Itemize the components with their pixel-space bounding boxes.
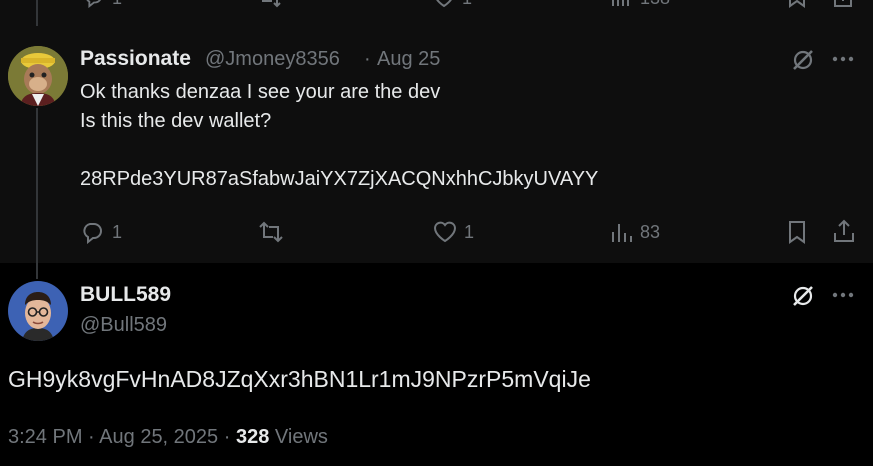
share-icon[interactable] (832, 219, 856, 243)
thread-line (36, 108, 38, 270)
grok-icon[interactable] (790, 47, 816, 73)
user-handle[interactable]: @Bull589 (80, 314, 167, 337)
separator: · (223, 426, 231, 448)
reply-icon[interactable] (80, 220, 104, 244)
reply-line-3 (80, 136, 598, 165)
top-view-count: 138 (640, 0, 670, 9)
avatar[interactable] (8, 46, 68, 106)
thread-line-top (36, 0, 38, 26)
bookmark-icon[interactable] (786, 220, 808, 244)
like-icon[interactable] (432, 220, 458, 244)
repost-icon[interactable] (258, 220, 284, 244)
avatar[interactable] (8, 281, 68, 341)
separator: · (364, 48, 371, 70)
views-icon[interactable] (610, 0, 632, 8)
separator: · (88, 426, 95, 448)
display-name[interactable]: Passionate (80, 47, 191, 71)
like-count: 1 (464, 222, 475, 242)
reply-text: Ok thanks denzaa I see your are the dev … (80, 78, 598, 194)
grok-icon[interactable] (790, 283, 816, 309)
reply-icon[interactable] (82, 0, 104, 8)
reply-line-1: Ok thanks denzaa I see your are the dev (80, 81, 441, 103)
views-label: Views (274, 426, 328, 448)
main-post: BULL589 @Bull589 GH9yk8vgFvHnAD8JZqXxr3h… (0, 263, 873, 466)
share-icon[interactable] (832, 0, 854, 8)
user-handle[interactable]: @Jmoney8356 (205, 48, 340, 71)
reply-count: 1 (112, 222, 123, 242)
top-partial-tweet: 1 1 138 (0, 0, 873, 26)
view-count: 83 (640, 222, 661, 242)
post-meta: 3:24 PM · Aug 25, 2025 · 328 Views (8, 426, 328, 449)
display-name[interactable]: BULL589 (80, 283, 171, 307)
more-icon[interactable] (832, 55, 854, 63)
more-icon[interactable] (832, 291, 854, 299)
post-time[interactable]: 3:24 PM (8, 426, 82, 448)
reply-line-2: Is this the dev wallet? (80, 110, 272, 132)
post-date[interactable]: Aug 25 (377, 48, 440, 71)
like-icon[interactable] (432, 0, 456, 8)
reply-line-4: 28RPde3YUR87aSfabwJaiYX7ZjXACQNxhhCJbkyU… (80, 168, 599, 190)
post-text: GH9yk8vgFvHnAD8JZqXxr3hBN1Lr1mJ9NPzrP5mV… (8, 366, 591, 392)
repost-icon[interactable] (258, 0, 282, 8)
post-date[interactable]: Aug 25, 2025 (99, 426, 218, 448)
thread-line-connector (36, 263, 38, 279)
views-count: 328 (235, 426, 270, 448)
top-like-count: 1 (462, 0, 472, 9)
reply-tweet[interactable]: Passionate @Jmoney8356 · Aug 25 Ok thank… (0, 26, 873, 270)
views-icon[interactable] (610, 220, 634, 244)
top-reply-count: 1 (112, 0, 122, 9)
bookmark-icon[interactable] (786, 0, 808, 8)
